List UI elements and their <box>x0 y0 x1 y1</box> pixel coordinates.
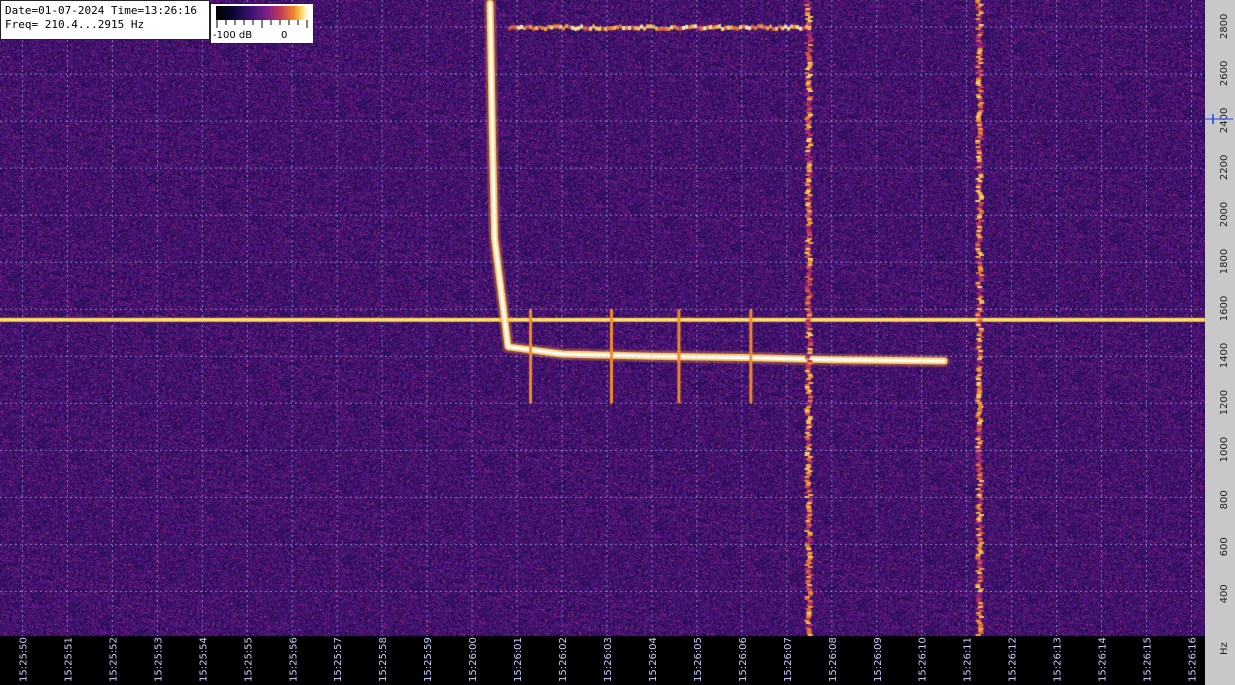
color-scale-bar <box>216 6 308 20</box>
x-tick-label: 15:26:16 <box>1188 637 1199 682</box>
color-scale: -100 dB 0 <box>210 3 314 44</box>
x-tick-label: 15:26:04 <box>648 637 659 682</box>
x-tick-label: 15:26:05 <box>693 637 704 682</box>
x-tick-label: 15:26:09 <box>873 637 884 682</box>
x-tick-label: 15:26:15 <box>1143 637 1154 682</box>
y-tick-label: 1600 <box>1219 296 1230 321</box>
color-scale-ticks <box>216 20 308 28</box>
y-tick-label: 1200 <box>1219 390 1230 415</box>
x-tick-label: 15:26:01 <box>513 637 524 682</box>
x-tick-label: 15:25:54 <box>198 637 209 682</box>
x-tick-label: 15:26:13 <box>1053 637 1064 682</box>
y-tick-label: 1800 <box>1219 249 1230 274</box>
y-tick-label: 2400 <box>1219 108 1230 133</box>
frequency-axis: 400 600 800 1000 1200 1400 1600 1800 2000 2200 240… <box>1205 0 1235 685</box>
x-tick-label: 15:26:00 <box>468 637 479 682</box>
freq-range-text: Freq= 210.4...2915 Hz <box>5 18 145 31</box>
x-tick-label: 15:26:12 <box>1008 637 1019 682</box>
x-tick-label: 15:26:14 <box>1098 637 1109 682</box>
date-time-text: Date=01-07-2024 Time=13:26:16 <box>5 4 198 17</box>
x-tick-label: 15:26:10 <box>918 637 929 682</box>
y-tick-label: 2000 <box>1219 202 1230 227</box>
y-axis-unit: Hz <box>1219 642 1230 655</box>
info-box: Date=01-07-2024 Time=13:26:16 Freq= 210.… <box>0 0 210 40</box>
y-tick-label: 2800 <box>1219 14 1230 39</box>
chart-overlay <box>0 0 1205 636</box>
y-tick-label: 2200 <box>1219 155 1230 180</box>
x-tick-label: 15:25:53 <box>153 637 164 682</box>
x-tick-label: 15:25:59 <box>423 637 434 682</box>
y-tick-label: 600 <box>1219 537 1230 556</box>
scale-min-label: -100 dB <box>213 30 253 41</box>
scale-max-label: 0 <box>281 30 288 41</box>
x-tick-label: 15:26:07 <box>783 637 794 682</box>
x-tick-label: 15:26:02 <box>558 637 569 682</box>
x-tick-label: 15:26:06 <box>738 637 749 682</box>
y-tick-label: 1000 <box>1219 437 1230 462</box>
time-axis: 15:25:50 15:25:51 15:25:52 15:25:53 15:25:54… <box>18 637 1199 682</box>
x-tick-label: 15:26:11 <box>963 637 974 682</box>
x-tick-label: 15:25:52 <box>108 637 119 682</box>
y-tick-label: 800 <box>1219 490 1230 509</box>
x-tick-label: 15:25:55 <box>243 637 254 682</box>
x-tick-label: 15:25:51 <box>63 637 74 682</box>
x-tick-label: 15:25:56 <box>288 637 299 682</box>
y-tick-label: 1400 <box>1219 343 1230 368</box>
x-tick-label: 15:26:08 <box>828 637 839 682</box>
y-tick-label: 400 <box>1219 584 1230 603</box>
x-tick-label: 15:25:57 <box>333 637 344 682</box>
y-tick-label: 2600 <box>1219 61 1230 86</box>
x-tick-label: 15:26:03 <box>603 637 614 682</box>
x-tick-label: 15:25:50 <box>18 637 29 682</box>
x-tick-label: 15:25:58 <box>378 637 389 682</box>
grid <box>0 0 1205 636</box>
